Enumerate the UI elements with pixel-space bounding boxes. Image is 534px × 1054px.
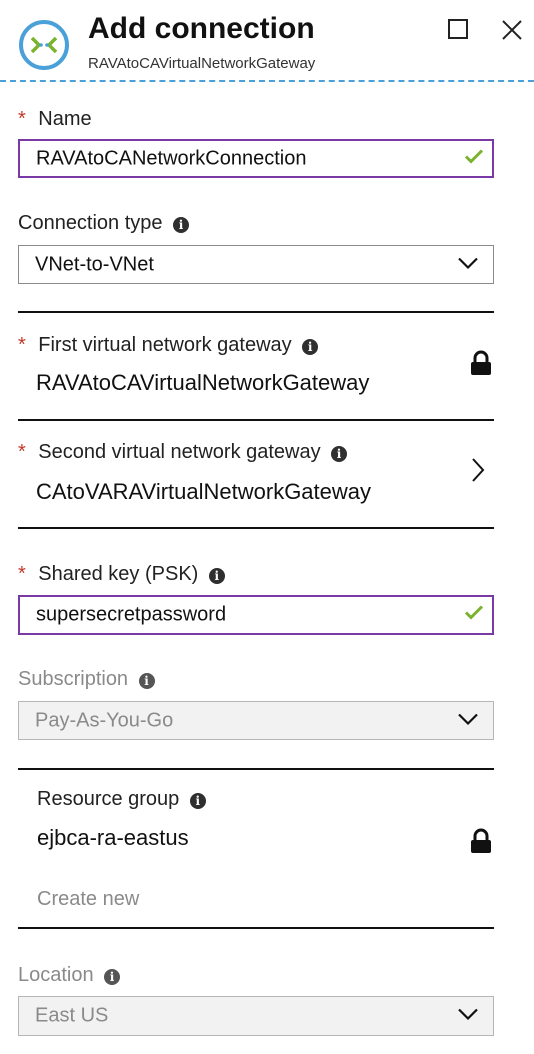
maximize-icon[interactable] bbox=[448, 19, 468, 39]
second-gateway-selector[interactable]: * Second virtual network gateway i CAtoV… bbox=[18, 421, 494, 527]
resource-group-label: Resource group bbox=[37, 788, 180, 810]
connection-type-select[interactable]: VNet-to-VNet bbox=[18, 245, 494, 284]
chevron-down-icon bbox=[457, 253, 479, 276]
create-new-link[interactable]: Create new bbox=[37, 888, 139, 911]
second-gateway-label: Second virtual network gateway bbox=[38, 441, 321, 463]
info-icon[interactable]: i bbox=[189, 792, 206, 809]
connection-type-label-row: Connection type i bbox=[18, 212, 189, 235]
name-label: Name bbox=[38, 108, 92, 130]
first-gateway-section: * First virtual network gateway i RAVAto… bbox=[18, 312, 494, 420]
location-value: East US bbox=[35, 1004, 109, 1027]
shared-key-label: Shared key (PSK) bbox=[38, 563, 199, 585]
second-gateway-value: CAtoVARAVirtualNetworkGateway bbox=[36, 479, 372, 504]
valid-check-icon bbox=[464, 147, 484, 170]
info-icon[interactable]: i bbox=[331, 445, 348, 462]
location-select[interactable]: East US bbox=[18, 996, 494, 1036]
info-icon[interactable]: i bbox=[302, 338, 319, 355]
name-value: RAVAtoCANetworkConnection bbox=[36, 147, 307, 169]
info-icon[interactable]: i bbox=[208, 567, 225, 584]
shared-key-input[interactable]: supersecretpassword bbox=[18, 595, 494, 635]
subscription-label: Subscription bbox=[18, 668, 129, 690]
shared-key-label-row: * Shared key (PSK) i bbox=[18, 563, 225, 586]
page-title: Add connection bbox=[88, 12, 315, 45]
connection-type-value: VNet-to-VNet bbox=[35, 253, 154, 275]
info-icon[interactable]: i bbox=[138, 672, 155, 689]
info-icon[interactable]: i bbox=[173, 216, 189, 233]
required-asterisk: * bbox=[18, 334, 26, 356]
first-gateway-label: First virtual network gateway bbox=[38, 334, 292, 356]
required-asterisk: * bbox=[18, 563, 26, 585]
subscription-select[interactable]: Pay-As-You-Go bbox=[18, 701, 494, 740]
name-label-row: * Name bbox=[18, 108, 92, 131]
resource-group-label-row: Resource group i bbox=[37, 788, 206, 811]
header: Add connection RAVAtoCAVirtualNetworkGat… bbox=[0, 0, 534, 82]
first-gateway-value: RAVAtoCAVirtualNetworkGateway bbox=[36, 370, 370, 395]
valid-check-icon bbox=[464, 604, 484, 627]
name-input[interactable]: RAVAtoCANetworkConnection bbox=[18, 139, 494, 178]
divider bbox=[18, 927, 494, 929]
info-icon[interactable]: i bbox=[104, 968, 121, 985]
required-asterisk: * bbox=[18, 108, 26, 130]
divider bbox=[18, 768, 494, 770]
required-asterisk: * bbox=[18, 441, 26, 463]
shared-key-value: supersecretpassword bbox=[36, 603, 227, 626]
lock-icon bbox=[468, 350, 494, 381]
chevron-right-icon bbox=[470, 457, 486, 488]
connection-type-label: Connection type bbox=[18, 212, 163, 234]
first-gateway-label-row: * First virtual network gateway i bbox=[18, 334, 319, 357]
close-icon[interactable] bbox=[500, 18, 524, 42]
vpn-connection-icon bbox=[18, 19, 70, 71]
lock-icon bbox=[468, 828, 494, 859]
location-label-row: Location i bbox=[18, 964, 121, 987]
chevron-down-icon bbox=[457, 709, 479, 732]
location-label: Location bbox=[18, 964, 94, 986]
header-divider bbox=[0, 80, 534, 82]
chevron-down-icon bbox=[457, 1005, 479, 1028]
subscription-label-row: Subscription i bbox=[18, 668, 155, 691]
second-gateway-label-row: * Second virtual network gateway i bbox=[18, 441, 348, 464]
subscription-value: Pay-As-You-Go bbox=[35, 709, 174, 731]
resource-group-value: ejbca-ra-eastus bbox=[37, 825, 189, 850]
divider bbox=[18, 527, 494, 529]
page-subtitle: RAVAtoCAVirtualNetworkGateway bbox=[88, 55, 316, 72]
